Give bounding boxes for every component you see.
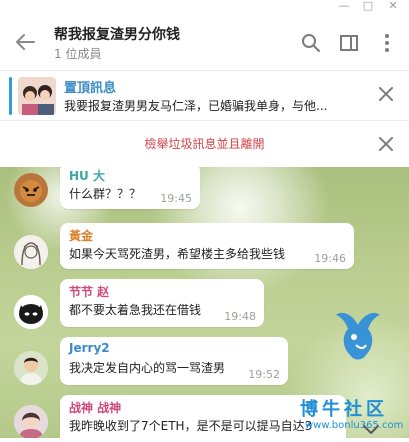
message-bubble[interactable]: Jerry2 我决定发自内心的骂一骂渣男 19:52: [60, 337, 288, 385]
watermark-brand: 博牛社区: [300, 399, 388, 420]
window-titlebar: — □ ✕: [0, 0, 409, 15]
close-icon: [379, 137, 393, 151]
message-time: 19:48: [224, 310, 256, 323]
watermark-logo: [330, 307, 386, 367]
sender-name[interactable]: Jerry2: [69, 341, 110, 355]
close-icon: [379, 87, 393, 101]
message-text: 我决定发自内心的骂一骂渣男: [69, 361, 226, 375]
avatar[interactable]: [14, 235, 48, 269]
avatar[interactable]: [14, 405, 48, 438]
sidebar-toggle-button[interactable]: [338, 32, 360, 54]
sender-name[interactable]: 黃金: [69, 227, 93, 244]
pinned-close-button[interactable]: [377, 85, 395, 103]
message-text: 如果今天骂死渣男，希望楼主多给我些钱: [69, 247, 286, 261]
sender-name[interactable]: 战神 战神: [69, 399, 121, 416]
chat-header: 帮我报复渣男分你钱 1 位成員: [0, 14, 409, 70]
avatar[interactable]: [14, 351, 48, 385]
pinned-accent-bar: [9, 77, 12, 115]
message-text: 什么群？？？: [69, 187, 142, 201]
watermark-url: www.bonlu365.com: [305, 420, 404, 431]
message-time: 19:46: [314, 252, 346, 265]
message-time: 19:45: [160, 192, 192, 205]
avatar[interactable]: [14, 295, 48, 329]
sender-name[interactable]: 节节 赵: [69, 283, 109, 300]
message-bubble[interactable]: 节节 赵 都不要太着急我还在借钱 19:48: [60, 279, 264, 327]
back-button[interactable]: [12, 30, 40, 54]
search-icon: [302, 34, 320, 52]
chevron-down-icon: [363, 425, 379, 434]
avatar[interactable]: [14, 173, 48, 207]
report-spam-bar: 檢舉垃圾訊息並且離開: [0, 120, 409, 168]
close-window-button[interactable]: ✕: [385, 0, 401, 14]
message-bubble[interactable]: HU 大 什么群？？？ 19:45: [60, 167, 200, 209]
message-text: 都不要太着急我还在借钱: [69, 303, 202, 317]
pinned-text: 我要报复渣男男友马仁泽，已婚骗我单身，与他...: [64, 99, 328, 113]
more-vertical-icon: [385, 34, 389, 52]
message-time: 19:52: [248, 368, 280, 381]
scroll-to-bottom-button[interactable]: [358, 422, 384, 438]
member-count: 1 位成員: [54, 47, 102, 61]
minimize-button[interactable]: —: [336, 0, 352, 14]
more-button[interactable]: [376, 32, 398, 54]
maximize-button[interactable]: □: [360, 0, 376, 14]
report-spam-leave-button[interactable]: 檢舉垃圾訊息並且離開: [0, 135, 409, 152]
message-bubble[interactable]: 黃金 如果今天骂死渣男，希望楼主多给我些钱 19:46: [60, 223, 354, 269]
message-text: 我昨晚收到了7个ETH，是不是可以提马自达3: [69, 419, 313, 433]
sidebar-toggle-icon: [340, 35, 358, 51]
chat-title[interactable]: 帮我报复渣男分你钱: [54, 24, 180, 44]
pinned-message[interactable]: 置頂訊息 我要报复渣男男友马仁泽，已婚骗我单身，与他...: [0, 70, 409, 121]
back-arrow-icon: [16, 34, 35, 50]
sender-name[interactable]: HU 大: [69, 167, 105, 184]
pinned-thumbnail: [18, 77, 56, 115]
report-bar-close-button[interactable]: [377, 135, 395, 153]
pinned-title: 置頂訊息: [64, 81, 117, 96]
search-button[interactable]: [300, 32, 322, 54]
